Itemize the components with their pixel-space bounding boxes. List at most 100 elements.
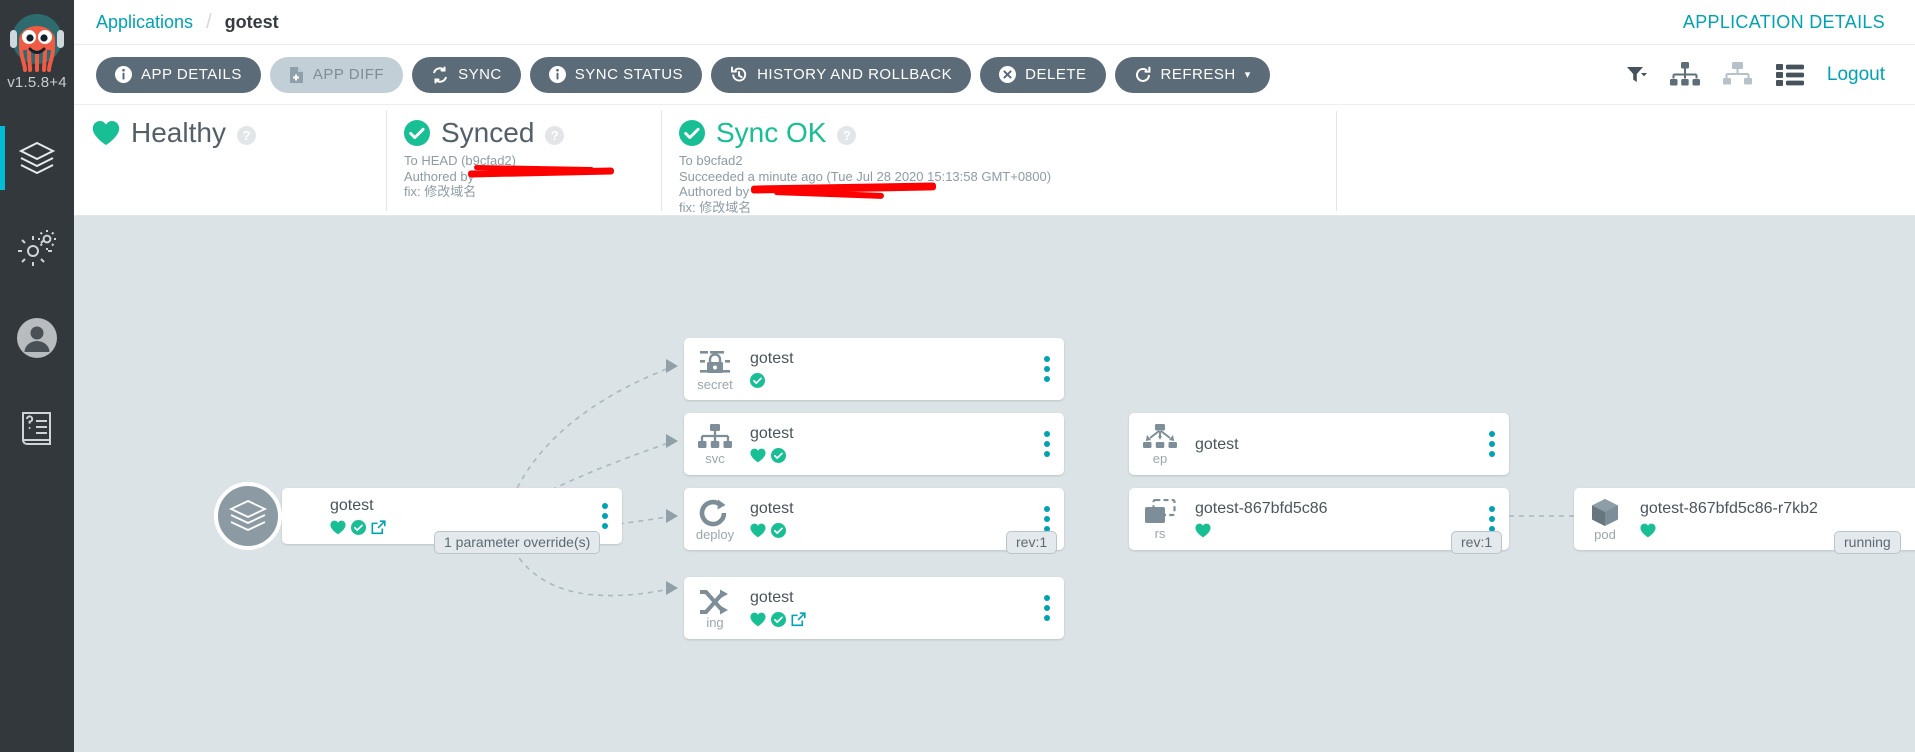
sidebar-item-applications[interactable] [0, 113, 74, 203]
network-view-icon[interactable] [1722, 61, 1753, 88]
close-circle-icon [999, 66, 1017, 83]
node-status-icons [750, 446, 1030, 464]
resource-tree-canvas[interactable]: gotest 1 parameter override(s) secret go… [74, 216, 1915, 752]
status-panel: Healthy ? Synced ? To HEAD (b9cfad2) Aut… [74, 105, 1915, 216]
node-status-icons [1195, 521, 1475, 539]
node-icon-wrap: secret [684, 338, 746, 400]
sidebar-nav [0, 113, 74, 473]
ingress-arrows-icon [698, 588, 732, 616]
operation-status-title: Sync OK [716, 117, 827, 148]
breadcrumb-current: gotest [224, 11, 279, 32]
chevron-down-icon: ▾ [1244, 69, 1251, 81]
parameter-override-badge: 1 parameter override(s) [434, 531, 601, 554]
app-root-icon-circle[interactable] [214, 482, 282, 550]
node-kind-label: ing [706, 614, 724, 630]
book-help-icon [19, 409, 55, 447]
pod-cube-icon [1589, 498, 1621, 528]
node-title: gotest [750, 589, 794, 606]
node-title: gotest-867bfd5c86 [1195, 500, 1328, 517]
external-link-icon[interactable] [371, 519, 386, 535]
node-icon-wrap: ep [1129, 413, 1191, 475]
node-body: gotest [746, 499, 1030, 539]
filter-icon[interactable] [1626, 66, 1647, 84]
node-menu-button[interactable] [1030, 338, 1064, 400]
refresh-button[interactable]: REFRESH ▾ [1114, 56, 1270, 93]
node-menu-button[interactable] [1030, 413, 1064, 475]
info-icon [548, 66, 566, 83]
history-rollback-label: HISTORY AND ROLLBACK [757, 66, 953, 83]
external-link-icon[interactable] [791, 611, 806, 627]
node-status-icons [750, 610, 1030, 628]
main-area: Applications / gotest APPLICATION DETAIL… [74, 0, 1915, 752]
health-help-icon[interactable]: ? [236, 125, 256, 145]
app-root: v1.5.8+4 Applications / gotest APPLICATI… [0, 0, 1915, 752]
node-kind-label: deploy [695, 526, 735, 542]
heart-icon [750, 612, 766, 627]
file-diff-icon [289, 66, 304, 84]
operation-time-line: Succeeded a minute ago (Tue Jul 28 2020 … [679, 168, 1052, 184]
operation-help-icon[interactable]: ? [837, 125, 857, 145]
node-icon-spacer [282, 488, 326, 544]
node-icon-wrap: svc [684, 413, 746, 475]
refresh-label: REFRESH [1160, 66, 1236, 83]
delete-button[interactable]: DELETE [980, 56, 1106, 93]
sidebar-item-settings[interactable] [0, 203, 74, 293]
node-status-icons [750, 521, 1030, 539]
argo-octopus-logo[interactable] [0, 6, 74, 78]
refresh-icon [1134, 66, 1152, 84]
node-menu-button[interactable] [1030, 577, 1064, 639]
tree-node-secret[interactable]: secret gotest [684, 338, 1064, 400]
node-icon-wrap: rs [1129, 488, 1191, 550]
node-menu-button[interactable] [1475, 413, 1509, 475]
endpoint-icon [1143, 423, 1177, 452]
sidebar-item-user[interactable] [0, 293, 74, 383]
breadcrumb-applications[interactable]: Applications [96, 12, 193, 33]
check-circle-icon [771, 447, 786, 463]
tree-edges [508, 359, 1608, 597]
heart-icon [1640, 523, 1656, 538]
sync-label: SYNC [458, 66, 502, 83]
logout-link[interactable]: Logout [1827, 64, 1885, 86]
node-kind-label: ep [1152, 450, 1168, 466]
sync-button[interactable]: SYNC [412, 56, 521, 93]
history-rollback-button[interactable]: HISTORY AND ROLLBACK [711, 56, 972, 93]
list-view-icon[interactable] [1775, 63, 1804, 86]
operation-message-line: fix: 修改域名 [679, 199, 752, 215]
health-status-title: Healthy [131, 117, 226, 148]
tree-view-icon[interactable] [1669, 61, 1700, 88]
sidebar-item-docs[interactable] [0, 383, 74, 473]
heart-icon [330, 520, 346, 535]
sidebar: v1.5.8+4 [0, 0, 74, 752]
heart-icon [750, 448, 766, 463]
app-details-button[interactable]: APP DETAILS [96, 56, 261, 93]
operation-status-details: To b9cfad2 Succeeded a minute ago (Tue J… [679, 153, 1336, 215]
node-icon-wrap: deploy [684, 488, 746, 550]
node-body: gotest-867bfd5c86 [1191, 499, 1475, 539]
node-body: gotest [1191, 433, 1475, 455]
rs-revision-badge: rev:1 [1451, 531, 1503, 554]
node-title: gotest [330, 497, 374, 514]
app-diff-button[interactable]: APP DIFF [269, 56, 404, 93]
operation-revision-line: To b9cfad2 [679, 153, 743, 168]
sync-status-label: SYNC STATUS [574, 66, 684, 83]
tree-node-ep[interactable]: ep gotest [1129, 413, 1509, 475]
toolbar: APP DETAILS APP DIFF SYNC SYNC STATUS HI… [74, 45, 1915, 105]
sync-help-icon[interactable]: ? [545, 125, 565, 145]
check-circle-icon [771, 522, 786, 538]
status-empty-cell [1336, 105, 1915, 215]
app-diff-label: APP DIFF [312, 66, 385, 83]
tree-node-ing[interactable]: ing gotest [684, 577, 1064, 639]
node-title: gotest-867bfd5c86-r7kb2 [1640, 500, 1818, 517]
delete-label: DELETE [1025, 66, 1087, 83]
node-title: gotest [750, 500, 794, 517]
sync-status-button[interactable]: SYNC STATUS [529, 56, 703, 93]
health-status-cell: Healthy ? [74, 105, 386, 215]
replicaset-icon [1143, 498, 1177, 527]
tree-node-svc[interactable]: svc gotest [684, 413, 1064, 475]
gears-icon [17, 229, 57, 267]
heart-icon [92, 120, 120, 146]
user-avatar-icon [16, 317, 58, 359]
check-circle-icon [750, 372, 765, 388]
toolbar-right-icons: Logout [1626, 61, 1893, 88]
topbar: Applications / gotest APPLICATION DETAIL… [74, 0, 1915, 45]
